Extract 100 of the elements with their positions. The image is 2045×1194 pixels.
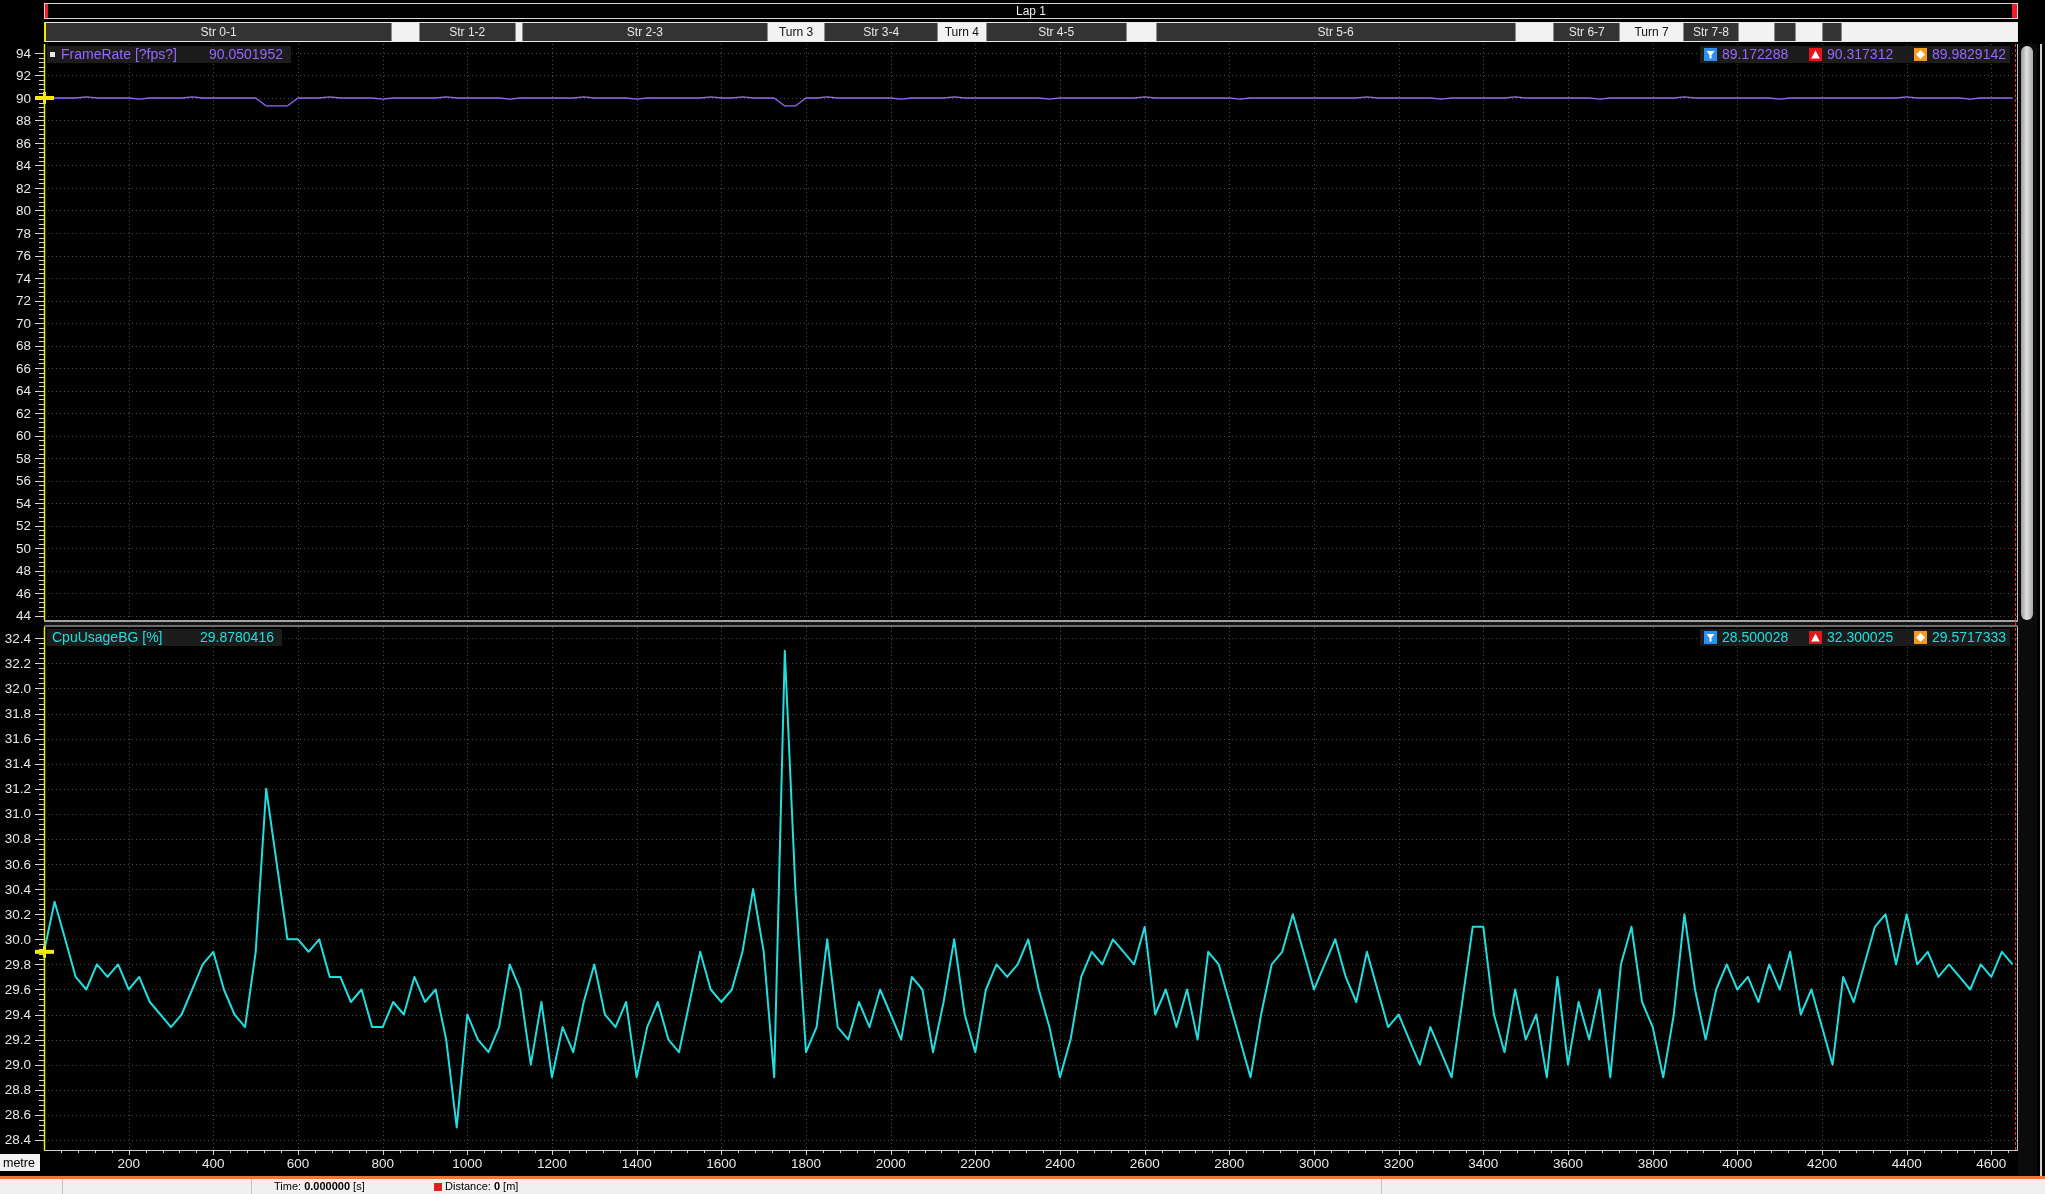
x-tick-label: 2000 bbox=[875, 1156, 906, 1171]
track-segment[interactable]: Turn 7 bbox=[1620, 23, 1683, 41]
track-segment[interactable]: Turn 4 bbox=[938, 23, 986, 41]
x-tick-label: 4000 bbox=[1722, 1156, 1753, 1171]
axis-unit-label: metre bbox=[0, 1154, 40, 1171]
y-tick-label: 32.4 bbox=[4, 630, 31, 646]
y-tick-label: 28.4 bbox=[4, 1132, 31, 1148]
stat-value: 32.300025 bbox=[1827, 629, 1894, 646]
track-segment[interactable]: Str 1-2 bbox=[419, 23, 515, 41]
y-tick-label: 52 bbox=[15, 518, 31, 533]
x-tick-label: 3000 bbox=[1298, 1156, 1329, 1171]
cursor-value: 90.0501952 bbox=[209, 46, 283, 63]
y-tick-label: 30.2 bbox=[4, 906, 31, 922]
y-tick-label: 82 bbox=[15, 180, 31, 196]
y-tick-label: 88 bbox=[15, 113, 31, 128]
y-tick-label: 29.8 bbox=[4, 956, 31, 972]
stat-value: 29.5717333 bbox=[1932, 629, 2006, 646]
cursor-value: 29.8780416 bbox=[200, 629, 274, 646]
cursor-line[interactable] bbox=[43, 43, 46, 621]
cursor-marker-icon bbox=[35, 945, 54, 958]
y-tick-label: 76 bbox=[15, 248, 31, 263]
x-tick-label: 1600 bbox=[706, 1156, 737, 1171]
track-segment[interactable]: Str 2-3 bbox=[522, 23, 767, 41]
funnel-icon bbox=[1704, 48, 1718, 61]
y-tick-label: 70 bbox=[15, 315, 31, 331]
scrollbar-thumb[interactable] bbox=[2021, 46, 2033, 620]
y-tick-label: 78 bbox=[15, 225, 31, 241]
status-text: Distance: 0 [m] bbox=[445, 1179, 519, 1194]
x-tick-label: 600 bbox=[286, 1156, 310, 1171]
track-segment[interactable]: Turn 3 bbox=[767, 23, 825, 41]
x-tick-label: 4200 bbox=[1806, 1156, 1837, 1171]
y-tick-label: 84 bbox=[15, 158, 31, 173]
y-tick-label: 80 bbox=[15, 203, 31, 218]
x-tick-label: 800 bbox=[371, 1156, 394, 1171]
y-tick-label: 74 bbox=[15, 270, 31, 286]
x-tick-label: 1800 bbox=[791, 1156, 821, 1171]
x-tick-label: 400 bbox=[202, 1156, 225, 1171]
track-segment[interactable]: Str 6-7 bbox=[1554, 23, 1620, 41]
y-tick-label: 66 bbox=[15, 360, 31, 376]
y-tick-label: 32.2 bbox=[4, 655, 31, 671]
y-tick-label: 30.8 bbox=[4, 831, 31, 847]
stat-value: 89.172288 bbox=[1722, 46, 1789, 63]
x-tick-label: 1400 bbox=[621, 1156, 652, 1171]
y-tick-label: 72 bbox=[15, 293, 31, 308]
y-tick-label: 86 bbox=[15, 135, 31, 151]
y-tick-label: 68 bbox=[15, 338, 31, 353]
x-tick-label: 2200 bbox=[960, 1156, 991, 1171]
y-tick-label: 32.0 bbox=[4, 680, 31, 696]
x-axis-title: metre bbox=[3, 1156, 35, 1170]
diamond-icon bbox=[1914, 48, 1928, 61]
y-tick-label: 54 bbox=[15, 495, 31, 511]
y-tick-label: 50 bbox=[15, 540, 31, 556]
y-tick-label: 30.0 bbox=[4, 931, 31, 947]
y-tick-label: 30.6 bbox=[4, 856, 31, 872]
lap-label: Lap 1 bbox=[1016, 4, 1046, 18]
square-marker-icon bbox=[434, 1182, 442, 1191]
cursor-line[interactable] bbox=[43, 626, 46, 1151]
y-tick-label: 44 bbox=[15, 608, 31, 623]
y-tick-label: 48 bbox=[15, 563, 31, 578]
x-tick-label: 3800 bbox=[1637, 1156, 1668, 1171]
x-tick-label: 1000 bbox=[452, 1156, 483, 1171]
y-tick-label: 31.4 bbox=[4, 756, 31, 772]
y-tick-label: 62 bbox=[15, 405, 31, 421]
diamond-icon bbox=[1914, 631, 1928, 644]
y-tick-label: 28.6 bbox=[4, 1107, 31, 1123]
y-tick-label: 94 bbox=[15, 45, 31, 61]
y-tick-label: 31.6 bbox=[4, 731, 31, 747]
track-segment[interactable]: Str 4-5 bbox=[986, 23, 1126, 41]
track-segment[interactable]: Str 7-8 bbox=[1683, 23, 1739, 41]
x-tick-label: 2400 bbox=[1044, 1156, 1075, 1171]
stat-value: 28.500028 bbox=[1722, 629, 1789, 646]
lap-end-marker-icon[interactable] bbox=[2012, 4, 2017, 18]
y-tick-label: 58 bbox=[15, 450, 31, 466]
y-tick-label: 29.6 bbox=[4, 981, 31, 997]
track-segment[interactable]: Str 0-1 bbox=[46, 23, 392, 41]
y-tick-label: 46 bbox=[15, 585, 31, 601]
y-tick-label: 60 bbox=[15, 428, 31, 443]
y-tick-label: 29.0 bbox=[4, 1057, 31, 1073]
x-tick-label: 200 bbox=[117, 1156, 140, 1171]
track-segment[interactable] bbox=[515, 23, 522, 41]
track-segment[interactable]: Str 3-4 bbox=[825, 23, 938, 41]
x-tick-label: 2600 bbox=[1129, 1156, 1160, 1171]
funnel-icon bbox=[1704, 631, 1718, 644]
status-text: Time: 0.000000 [s] bbox=[274, 1179, 365, 1194]
stat-value: 90.317312 bbox=[1827, 46, 1894, 63]
track-segment[interactable]: Str 5-6 bbox=[1156, 23, 1515, 41]
y-tick-label: 31.8 bbox=[4, 706, 31, 722]
y-tick-label: 28.8 bbox=[4, 1082, 31, 1098]
y-tick-label: 29.2 bbox=[4, 1032, 31, 1048]
x-tick-label: 2800 bbox=[1214, 1156, 1245, 1171]
x-tick-label: 3600 bbox=[1552, 1156, 1583, 1171]
stat-value: 89.9829142 bbox=[1932, 46, 2006, 63]
y-tick-label: 30.4 bbox=[4, 881, 31, 897]
x-tick-label: 4600 bbox=[1976, 1156, 2007, 1171]
y-tick-label: 31.0 bbox=[4, 806, 31, 822]
lap-start-marker-icon[interactable] bbox=[45, 4, 48, 18]
y-tick-label: 29.4 bbox=[4, 1007, 31, 1023]
up-triangle-icon bbox=[1809, 48, 1823, 61]
y-tick-label: 56 bbox=[15, 473, 31, 488]
y-tick-label: 92 bbox=[15, 68, 31, 83]
